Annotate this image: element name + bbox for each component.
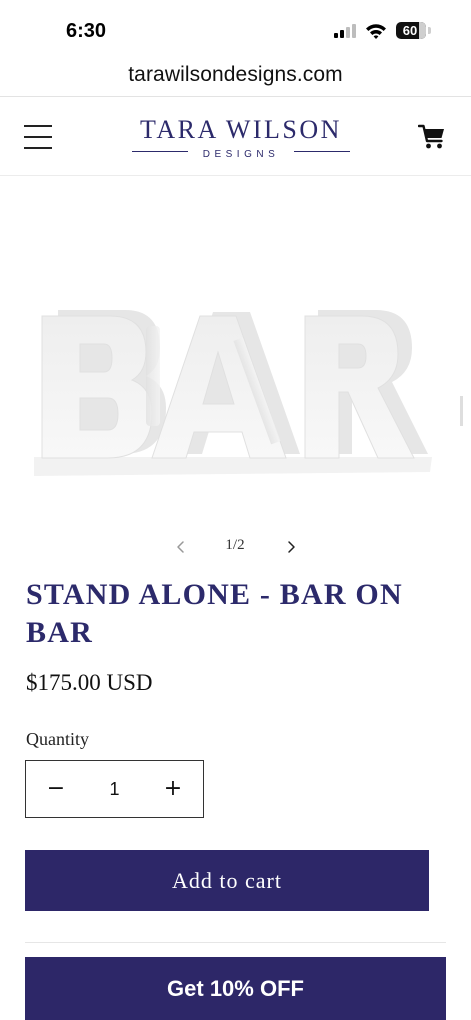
product-price: $175.00 USD — [26, 670, 153, 695]
add-to-cart-button[interactable]: Add to cart — [25, 850, 429, 911]
cart-icon[interactable] — [418, 124, 446, 150]
product-title: STAND ALONE - BAR ON BAR — [26, 578, 403, 649]
site-logo[interactable]: TARA WILSON DESIGNS — [130, 115, 352, 160]
quantity-increase-button[interactable]: + — [143, 761, 203, 817]
logo-sub-text: DESIGNS — [202, 149, 280, 160]
product-image[interactable] — [0, 176, 471, 526]
battery-level: 60 — [402, 23, 418, 38]
chevron-left-icon[interactable] — [170, 536, 192, 558]
menu-icon[interactable] — [24, 125, 52, 149]
status-bar: 6:30 60 — [0, 0, 471, 58]
quantity-decrease-button[interactable]: − — [26, 761, 86, 817]
divider — [25, 942, 446, 943]
status-time: 6:30 — [66, 20, 107, 42]
address-bar[interactable]: tarawilsondesigns.com — [0, 60, 471, 96]
site-header: TARA WILSON DESIGNS — [0, 97, 471, 175]
quantity-input[interactable]: 1 — [86, 761, 143, 817]
signal-icon — [334, 24, 358, 38]
chevron-right-icon[interactable] — [280, 536, 302, 558]
logo-main-text: TARA WILSON — [140, 115, 342, 144]
battery-icon: 60 — [396, 22, 426, 39]
wifi-icon — [366, 24, 386, 39]
url-text: tarawilsondesigns.com — [128, 63, 343, 86]
quantity-stepper: − 1 + — [25, 760, 204, 818]
quantity-label: Quantity — [26, 729, 89, 749]
discount-promo-button[interactable]: Get 10% OFF — [25, 957, 446, 1020]
battery-nub — [428, 27, 431, 34]
image-slider-nav: 1/2 — [0, 534, 471, 560]
slide-counter: 1/2 — [225, 537, 245, 553]
